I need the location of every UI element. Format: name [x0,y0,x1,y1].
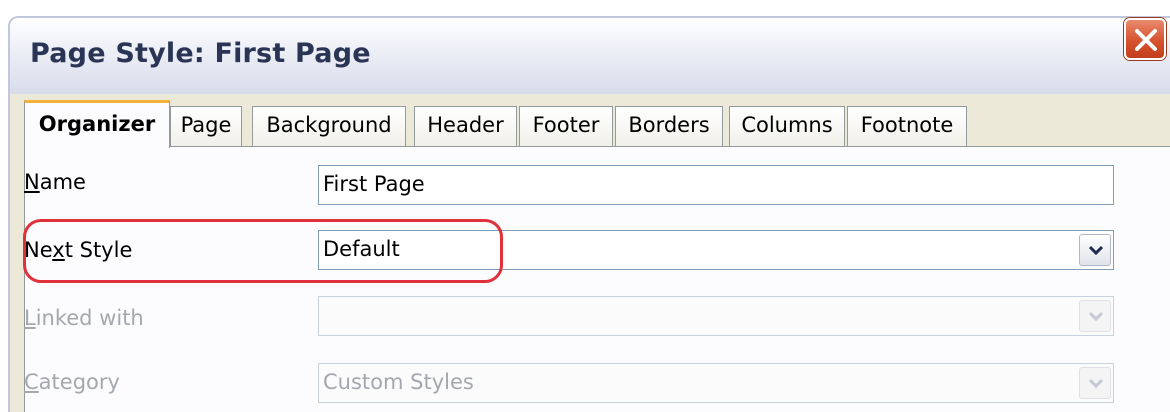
linked-with-label: Linked with [24,306,144,330]
tab-organizer[interactable]: Organizer [24,100,170,148]
chevron-down-icon [1089,245,1103,256]
tab-label: Background [266,113,392,137]
tab-label: Borders [628,113,710,137]
tab-borders[interactable]: Borders [615,106,723,146]
next-style-dropdown[interactable]: Default [318,230,1114,270]
close-icon [1135,29,1157,51]
tab-label: Footnote [860,113,954,137]
category-value: Custom Styles [323,370,474,394]
linked-with-dropdown-button [1079,300,1111,332]
next-style-label: Next Style [24,238,133,262]
category-dropdown-button [1079,367,1111,399]
chevron-down-icon [1089,311,1103,322]
next-style-value: Default [323,237,400,261]
name-field[interactable]: First Page [318,165,1114,205]
tab-label: Organizer [38,112,156,136]
tab-background[interactable]: Background [252,106,406,146]
tab-label: Page [180,113,232,137]
tab-header[interactable]: Header [414,106,517,146]
next-style-dropdown-button[interactable] [1079,234,1111,266]
name-value: First Page [323,172,425,196]
dialog-title: Page Style: First Page [30,38,371,69]
title-bar: Page Style: First Page [8,16,1170,94]
category-label: Category [24,370,120,394]
chevron-down-icon [1089,378,1103,389]
tab-label: Header [427,113,504,137]
name-label: Name [24,170,86,194]
linked-with-dropdown [318,296,1114,336]
tab-page[interactable]: Page [170,106,242,146]
category-dropdown: Custom Styles [318,363,1114,403]
tab-footer[interactable]: Footer [519,106,613,146]
dialog-window: Page Style: First Page Organizer Page Ba… [0,0,1170,412]
tab-footnote[interactable]: Footnote [847,106,967,146]
tab-label: Columns [741,113,833,137]
close-button[interactable] [1124,18,1166,60]
tab-columns[interactable]: Columns [729,106,845,146]
tab-label: Footer [532,113,600,137]
